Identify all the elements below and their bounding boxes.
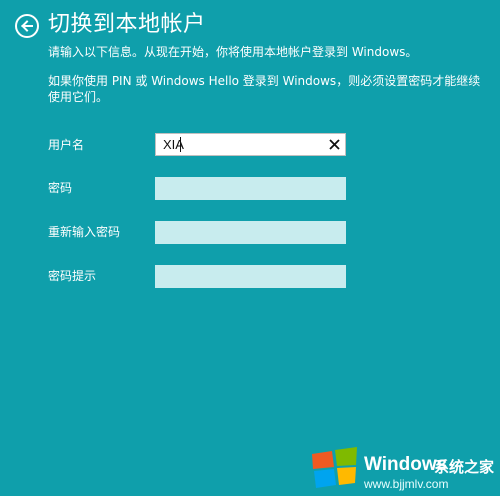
password-hint-input[interactable] (155, 265, 346, 288)
page-title: 切换到本地帐户 (48, 12, 206, 37)
confirm-password-input[interactable] (155, 221, 346, 244)
watermark-url: www.bjjmlv.com (364, 477, 449, 491)
back-button[interactable] (15, 14, 39, 38)
arrow-left-icon (21, 20, 33, 32)
watermark-site-name: 系统之家 (434, 458, 495, 476)
pin-note-text: 如果你使用 PIN 或 Windows Hello 登录到 Windows，则必… (48, 74, 481, 104)
password-hint-label: 密码提示 (48, 269, 97, 283)
confirm-password-label: 重新输入密码 (48, 225, 121, 239)
windows-logo-icon (312, 447, 357, 488)
username-input[interactable]: XIA (155, 133, 346, 156)
text-caret (180, 137, 181, 152)
password-input[interactable] (155, 177, 346, 200)
clear-icon[interactable] (328, 138, 341, 151)
intro-text: 请输入以下信息。从现在开始，你将使用本地帐户登录到 Windows。 (48, 45, 418, 59)
username-label: 用户名 (48, 138, 85, 152)
password-label: 密码 (48, 181, 73, 195)
